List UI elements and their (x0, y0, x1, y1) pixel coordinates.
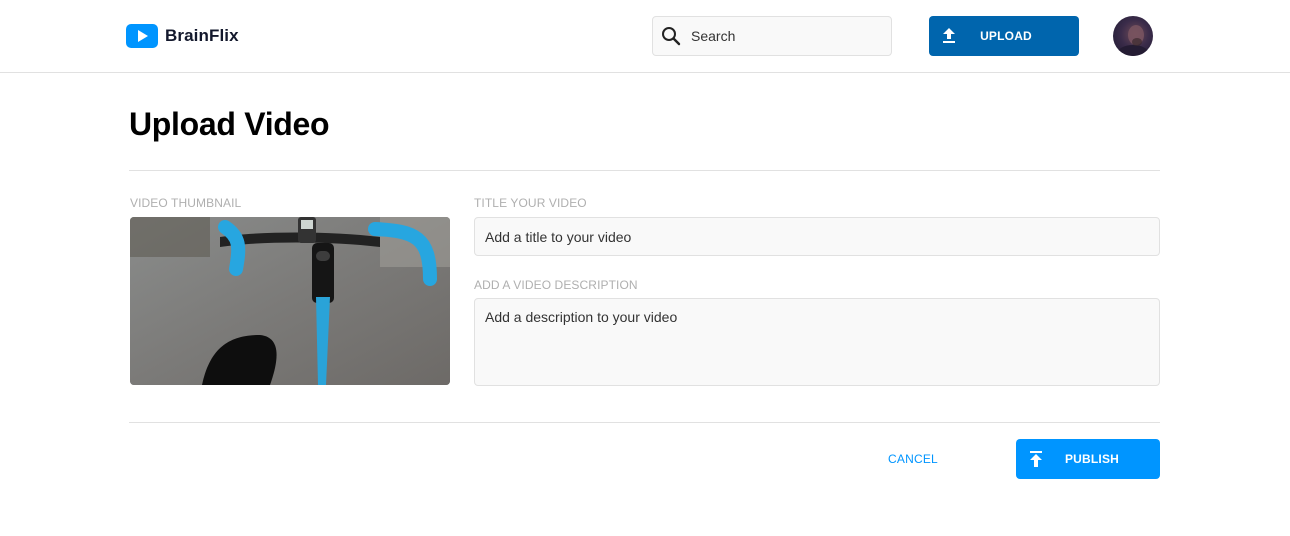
upload-button[interactable]: UPLOAD (929, 16, 1079, 56)
cancel-button[interactable]: CANCEL (868, 444, 958, 474)
title-label: TITLE YOUR VIDEO (474, 196, 587, 210)
publish-button[interactable]: PUBLISH (1016, 439, 1160, 479)
divider (129, 422, 1160, 423)
upload-button-label: UPLOAD (980, 29, 1032, 43)
divider (129, 170, 1160, 171)
thumbnail-label: VIDEO THUMBNAIL (130, 196, 242, 210)
page-title: Upload Video (129, 106, 330, 142)
play-logo-icon (126, 24, 158, 48)
publish-icon (1030, 451, 1042, 467)
bike-thumbnail-image (130, 217, 450, 385)
description-input[interactable] (474, 298, 1160, 386)
upload-icon (943, 28, 955, 43)
search-input[interactable] (691, 28, 871, 44)
avatar-image (1117, 25, 1149, 56)
title-input[interactable] (474, 217, 1160, 256)
search-icon (662, 27, 681, 46)
description-label: ADD A VIDEO DESCRIPTION (474, 278, 638, 292)
brainflix-logo[interactable]: BrainFlix (126, 24, 239, 48)
video-thumbnail (130, 217, 450, 385)
publish-button-label: PUBLISH (1064, 452, 1120, 466)
avatar[interactable] (1113, 16, 1153, 56)
search-bar[interactable] (652, 16, 892, 56)
brand-name: BrainFlix (165, 26, 239, 45)
top-nav: BrainFlix UPLOAD (0, 0, 1290, 73)
